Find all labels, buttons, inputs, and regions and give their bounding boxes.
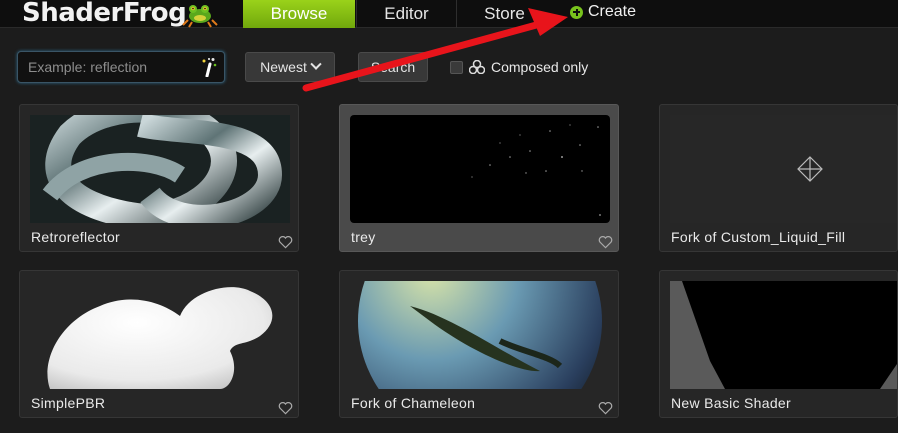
shader-card[interactable]: Fork of Custom_Liquid_Fill <box>659 104 898 252</box>
chevron-down-icon <box>310 58 322 70</box>
heart-icon[interactable] <box>278 235 293 249</box>
shader-card[interactable]: Retroreflector <box>19 104 299 252</box>
shader-card[interactable]: Fork of Chameleon <box>339 270 619 418</box>
shader-card[interactable]: New Basic Shader <box>659 270 898 418</box>
sort-label: Newest <box>260 59 307 75</box>
shader-card[interactable]: trey <box>339 104 619 252</box>
heart-icon[interactable] <box>598 235 613 249</box>
frog-mascot-icon <box>182 5 218 28</box>
sort-dropdown[interactable]: Newest <box>245 52 335 82</box>
shader-card[interactable]: SimplePBR <box>19 270 299 418</box>
shader-thumbnail <box>670 115 897 223</box>
shader-title[interactable]: Fork of Custom_Liquid_Fill <box>671 229 845 245</box>
shader-title[interactable]: New Basic Shader <box>671 395 791 411</box>
logo-text: ShaderFrog <box>22 0 187 28</box>
search-input[interactable] <box>18 59 188 75</box>
shader-title[interactable]: Retroreflector <box>31 229 120 245</box>
plus-circle-icon <box>570 5 583 19</box>
composed-only-filter[interactable]: Composed only <box>450 59 588 75</box>
shaderfrog-logo[interactable]: ShaderFrog <box>22 0 187 29</box>
search-button[interactable]: Search <box>358 52 428 82</box>
heart-icon[interactable] <box>598 401 613 415</box>
composed-only-checkbox[interactable] <box>450 60 463 74</box>
shader-thumbnail <box>30 281 290 389</box>
shader-title[interactable]: Fork of Chameleon <box>351 395 475 411</box>
shader-thumbnail <box>670 281 897 389</box>
heart-icon[interactable] <box>278 401 293 415</box>
shader-title[interactable]: SimplePBR <box>31 395 105 411</box>
create-label: Create <box>588 3 637 20</box>
magic-wand-icon[interactable] <box>200 57 218 77</box>
create-button[interactable]: Create <box>570 0 636 24</box>
shader-thumbnail <box>30 115 290 223</box>
shader-title[interactable]: trey <box>351 229 376 245</box>
composed-shaders-icon <box>469 60 485 74</box>
shader-thumbnail <box>350 115 610 223</box>
tab-store[interactable]: Store <box>456 0 552 28</box>
shader-thumbnail <box>350 281 610 389</box>
search-field[interactable] <box>17 51 225 83</box>
tab-editor[interactable]: Editor <box>356 0 456 28</box>
tab-browse[interactable]: Browse <box>243 0 355 28</box>
composed-only-label: Composed only <box>491 59 589 75</box>
top-nav-bar: ShaderFrog Browse Editor Store Create <box>0 0 898 28</box>
